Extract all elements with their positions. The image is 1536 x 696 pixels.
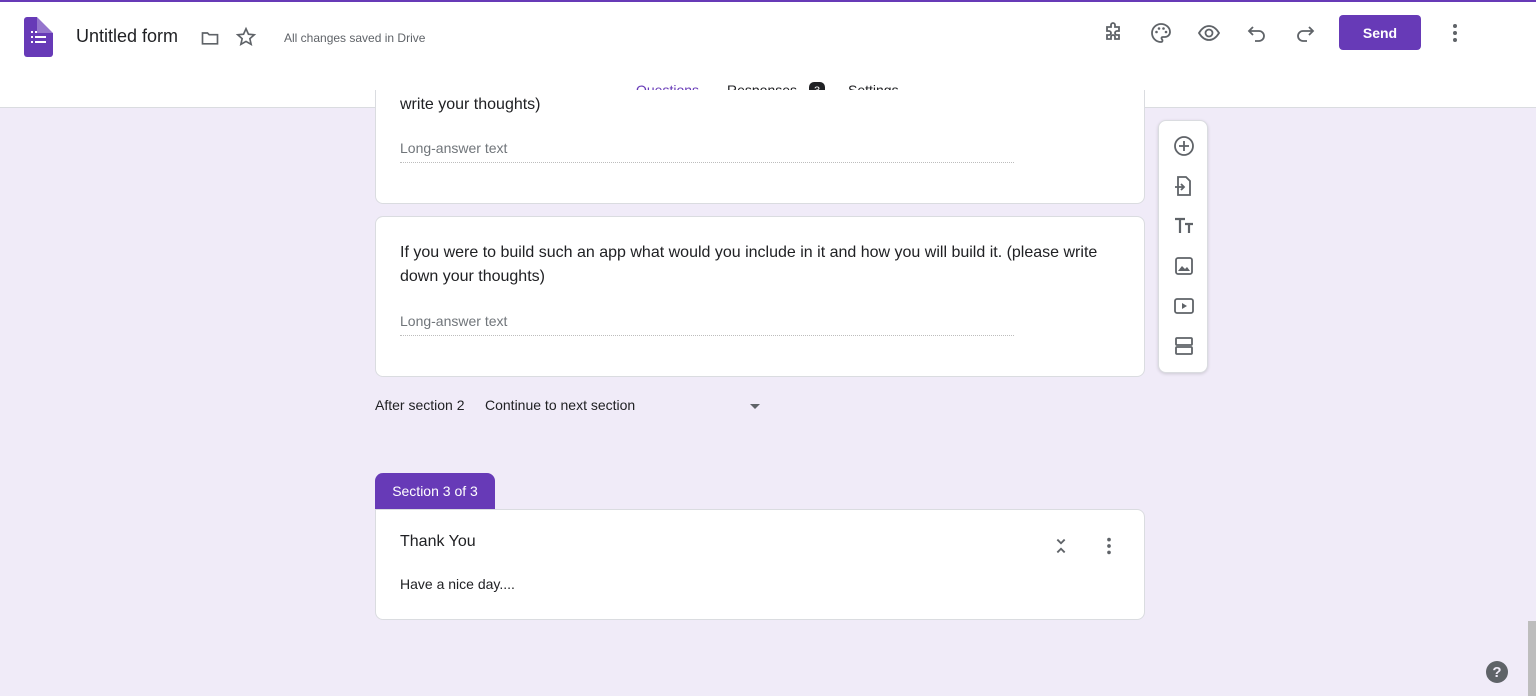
help-icon[interactable]: ? [1486,661,1508,683]
add-image-icon[interactable] [1172,254,1196,278]
add-section-icon[interactable] [1172,334,1196,358]
section-header-card[interactable]: Thank You Have a nice day.... [375,509,1145,620]
add-title-icon[interactable] [1172,214,1196,238]
save-status: All changes saved in Drive [284,31,426,45]
add-video-icon[interactable] [1172,294,1196,318]
form-title[interactable]: Untitled form [76,26,178,47]
section-more-icon[interactable] [1098,535,1120,557]
floating-toolbar [1158,120,1208,373]
section-description[interactable]: Have a nice day.... [400,576,515,592]
after-section-dropdown[interactable]: Continue to next section [485,397,765,413]
undo-icon[interactable] [1244,20,1270,46]
palette-icon[interactable] [1148,20,1174,46]
dropdown-caret-icon [750,404,760,409]
redo-icon[interactable] [1292,20,1318,46]
collapse-section-icon[interactable] [1050,535,1072,557]
preview-eye-icon[interactable] [1196,20,1222,46]
question-card[interactable]: write your thoughts) Long-answer text [375,90,1145,204]
after-section-selected: Continue to next section [485,397,636,413]
section-title[interactable]: Thank You [400,533,476,551]
folder-icon[interactable] [199,28,221,48]
long-answer-placeholder: Long-answer text [400,140,1014,163]
addons-icon[interactable] [1100,20,1126,46]
star-icon[interactable] [235,26,257,48]
long-answer-placeholder: Long-answer text [400,313,1014,336]
import-questions-icon[interactable] [1172,174,1196,198]
add-question-icon[interactable] [1172,134,1196,158]
scrollbar-thumb[interactable] [1528,621,1536,696]
more-options-icon[interactable] [1442,20,1468,46]
forms-logo-icon[interactable] [24,17,53,57]
send-button[interactable]: Send [1339,15,1421,50]
question-text[interactable]: If you were to build such an app what wo… [400,241,1120,289]
question-text[interactable]: write your thoughts) [400,93,1120,117]
after-section-label: After section 2 [375,397,465,413]
question-card[interactable]: If you were to build such an app what wo… [375,216,1145,377]
section-tag: Section 3 of 3 [375,473,495,509]
